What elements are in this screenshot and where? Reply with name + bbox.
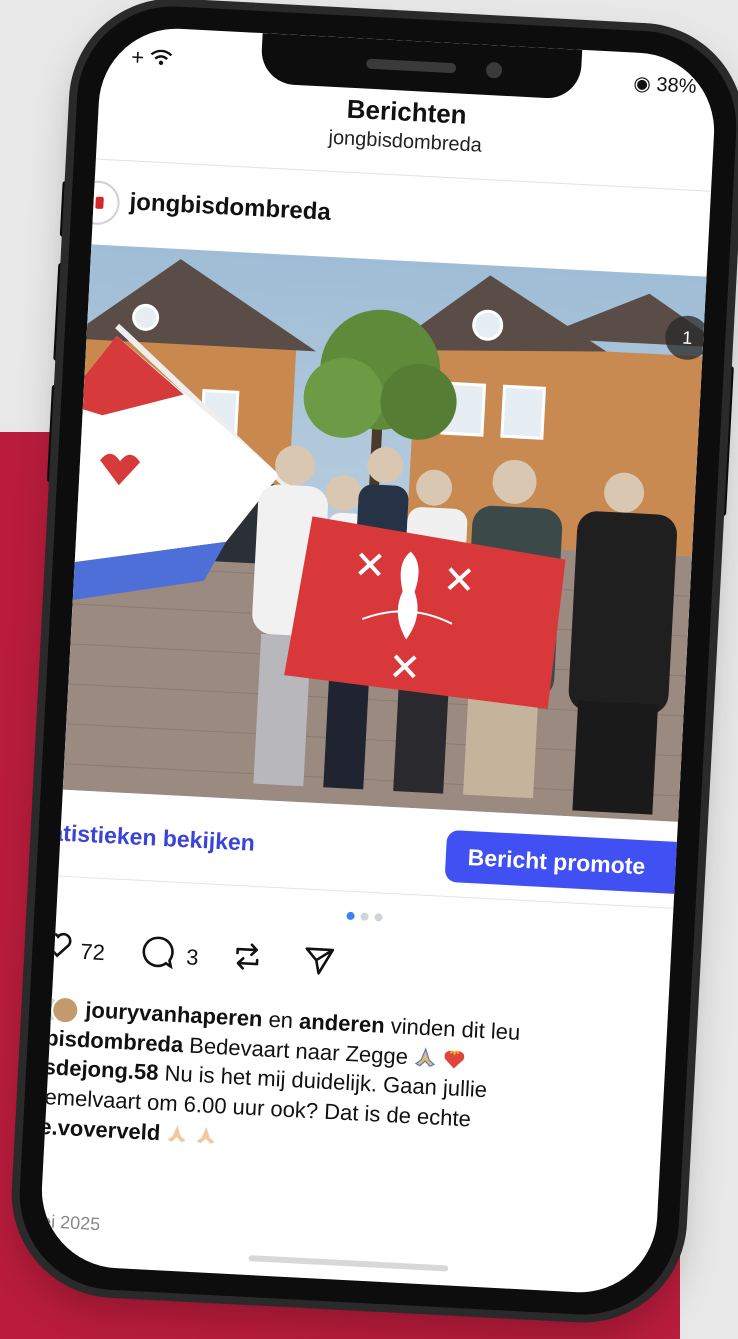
post-username[interactable]: jongbisdombreda [129,188,331,226]
avatar[interactable] [74,179,121,226]
avatar-logo-mark [95,196,104,210]
paper-plane-icon[interactable] [301,942,337,983]
battery-percent: 38% [655,73,698,98]
carousel-dot [374,913,383,922]
status-bar-right: ◉ 38% [633,71,697,99]
caption-author[interactable]: gbisdombreda [38,1024,184,1057]
status-carrier: + [130,44,145,70]
phone-screen: + ◉ 38% Berichten jongbisdombreda jongbi… [37,24,719,1297]
burning-heart-icon [444,1050,465,1069]
wifi-icon [150,45,173,71]
praying-hands-icon [414,1046,435,1067]
home-indicator[interactable] [248,1255,449,1272]
view-insights-link[interactable]: atistieken bekijken [50,819,256,857]
promote-post-button[interactable]: Bericht promote [444,829,697,895]
comment-bubble-icon[interactable] [139,934,175,975]
post-photo-illustration [62,244,707,822]
carousel-dot-active [346,911,355,921]
like-count: 72 [79,938,106,966]
heart-outline-icon[interactable] [42,929,74,966]
phone-silent-switch [59,180,71,238]
phone-mockup: + ◉ 38% Berichten jongbisdombreda jongbi… [14,1,738,1320]
post-date: mei 2025 [37,1210,101,1235]
rotation-lock-icon: ◉ [632,72,652,96]
notch-camera [485,61,503,79]
comment-count: 3 [185,944,200,970]
liked-by-others[interactable]: anderen [299,1008,386,1037]
phone-frame: + ◉ 38% Berichten jongbisdombreda jongbi… [14,1,738,1320]
praying-hands-icon [196,1126,215,1144]
post-photo[interactable]: 1 [62,244,707,822]
liked-by-connector: en [267,1006,294,1034]
repost-icon[interactable] [229,939,265,980]
notch-speaker [365,58,457,74]
status-bar-left: + [131,44,173,72]
post-caption: jouryvanhaperen en anderen vinden dit le… [37,992,687,1174]
phone-notch [260,33,583,100]
praying-hands-icon [168,1124,187,1143]
comment-1-user[interactable]: nsdejong.58 [38,1054,159,1086]
carousel-dot [360,912,369,921]
liked-by-suffix: vinden dit leu [390,1013,521,1045]
liker-avatars [37,994,80,1025]
comment-2-user[interactable]: ke.voverveld [38,1113,161,1145]
